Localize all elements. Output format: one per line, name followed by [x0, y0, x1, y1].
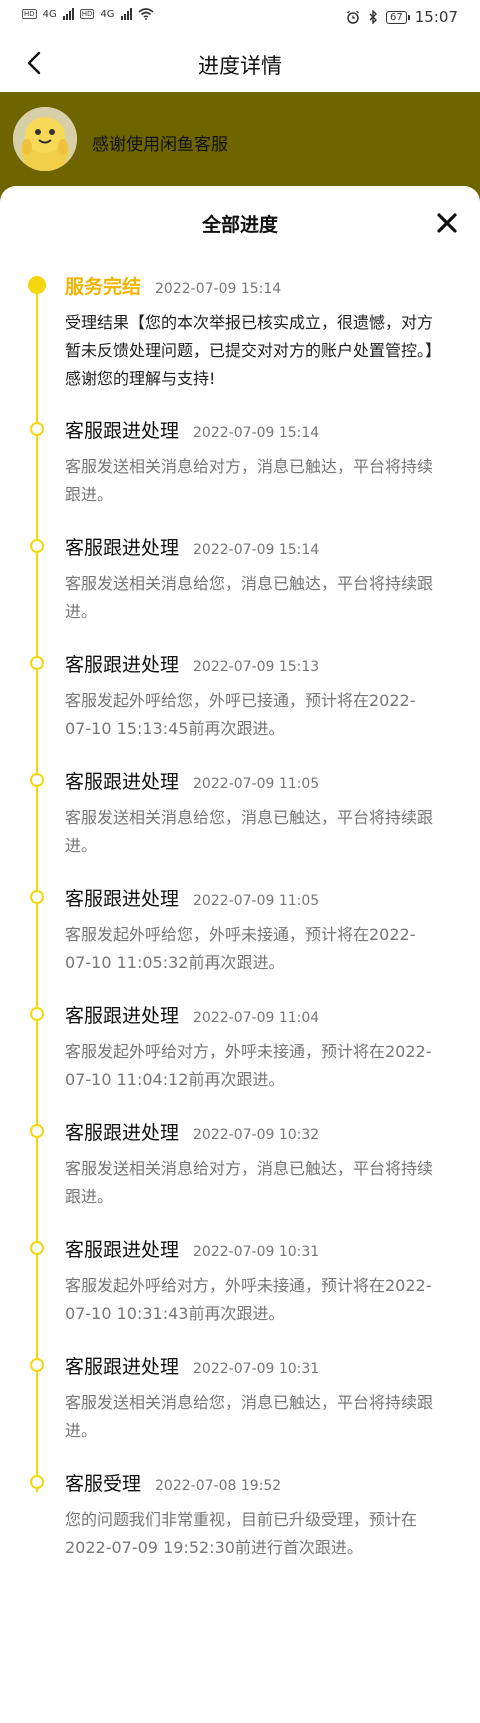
timeline-line: [36, 282, 38, 1492]
entry-time: 2022-07-09 11:04: [193, 1010, 320, 1026]
entry-body: 受理结果【您的本次举报已核实成立，很遗憾，对方暂未反馈处理问题，已提交对对方的账…: [65, 313, 434, 388]
entry-time: 2022-07-09 10:31: [193, 1361, 320, 1377]
entry-header: 客服跟进处理 2022-07-09 10:31: [65, 1352, 319, 1379]
timeline-dot: [30, 1358, 44, 1372]
mascot-icon: [13, 107, 77, 171]
alarm-icon: [347, 10, 359, 24]
entry-header: 客服跟进处理 2022-07-09 11:04: [65, 1001, 319, 1028]
entry-title: 客服跟进处理: [65, 888, 180, 910]
entry-title: 客服跟进处理: [65, 1239, 180, 1261]
page-title: 进度详情: [198, 54, 282, 78]
progress-sheet: 全部进度 服务完结 2022-07-09 15:14 受理结果【您的本次举报已核…: [0, 186, 480, 1723]
entry-time: 2022-07-09 15:14: [193, 542, 320, 558]
entry-time: 2022-07-09 10:32: [193, 1127, 320, 1143]
entry-title: 客服跟进处理: [65, 420, 180, 442]
entry-time: 2022-07-09 11:05: [193, 893, 320, 909]
entry-time: 2022-07-09 11:05: [193, 776, 320, 792]
timeline-dot: [30, 539, 44, 553]
entry-title: 客服跟进处理: [65, 1356, 180, 1378]
entry-body: 您的问题我们非常重视，目前已升级受理，预计在2022-07-09 19:52:3…: [65, 1510, 418, 1557]
avatar: [13, 107, 77, 171]
entry-title: 服务完结: [65, 276, 142, 298]
timeline-dot: [30, 890, 44, 904]
timeline-dot: [30, 1475, 44, 1489]
timeline-dot: [28, 276, 46, 294]
entry-title: 客服跟进处理: [65, 1122, 180, 1144]
entry-body: 客服发起外呼给您，外呼未接通，预计将在2022-07-10 11:05:32前再…: [65, 925, 416, 972]
bluetooth-icon: [369, 10, 378, 24]
timeline-dot: [30, 1007, 44, 1021]
entry-header: 客服跟进处理 2022-07-09 15:14: [65, 533, 319, 560]
entry-header: 客服跟进处理 2022-07-09 10:31: [65, 1235, 319, 1262]
entry-time: 2022-07-09 15:13: [193, 659, 320, 675]
timeline-dot: [30, 1124, 44, 1138]
entry-time: 2022-07-08 19:52: [155, 1478, 282, 1494]
timeline-dot: [30, 1241, 44, 1255]
entry-body: 客服发送相关消息给您，消息已触达，平台将持续跟进。: [65, 1393, 434, 1440]
entry-title: 客服跟进处理: [65, 537, 180, 559]
entry-header: 服务完结 2022-07-09 15:14: [65, 272, 281, 299]
entry-body: 客服发起外呼给对方，外呼未接通，预计将在2022-07-10 11:04:12前…: [65, 1042, 432, 1089]
entry-header: 客服跟进处理 2022-07-09 11:05: [65, 767, 319, 794]
net1-label: 4G: [42, 8, 57, 20]
entry-time: 2022-07-09 10:31: [193, 1244, 320, 1260]
timeline-dot: [30, 773, 44, 787]
entry-body: 客服发送相关消息给对方，消息已触达，平台将持续跟进。: [65, 1159, 434, 1206]
sheet-title: 全部进度: [201, 214, 278, 236]
entry-time: 2022-07-09 15:14: [193, 425, 320, 441]
net2-label: 4G: [100, 8, 115, 20]
status-left: HD 4G HD 4G: [22, 8, 154, 20]
timeline-dot: [30, 656, 44, 670]
entry-body: 客服发送相关消息给对方，消息已触达，平台将持续跟进。: [65, 457, 434, 504]
entry-body: 客服发起外呼给您，外呼已接通，预计将在2022-07-10 15:13:45前再…: [65, 691, 416, 738]
status-right: 67 15:07: [346, 8, 458, 26]
entry-title: 客服受理: [65, 1473, 142, 1495]
entry-header: 客服受理 2022-07-08 19:52: [65, 1469, 281, 1496]
entry-title: 客服跟进处理: [65, 771, 180, 793]
sim2-label: HD: [79, 9, 95, 19]
entry-body: 客服发送相关消息给您，消息已触达，平台将持续跟进。: [65, 808, 434, 855]
signal-icon: [62, 8, 74, 20]
sim1-label: HD: [22, 9, 37, 19]
banner-text: 感谢使用闲鱼客服: [92, 135, 228, 155]
entry-title: 客服跟进处理: [65, 654, 180, 676]
entry-title: 客服跟进处理: [65, 1005, 180, 1027]
timeline-dot: [30, 422, 44, 436]
status-bar: HD 4G HD 4G 67 15:07: [0, 0, 480, 36]
entry-header: 客服跟进处理 2022-07-09 15:13: [65, 650, 319, 677]
entry-body: 客服发送相关消息给您，消息已触达，平台将持续跟进。: [65, 574, 434, 621]
battery-icon: 67: [386, 10, 410, 24]
entry-body: 客服发起外呼给对方，外呼未接通，预计将在2022-07-10 10:31:43前…: [65, 1276, 432, 1323]
entry-header: 客服跟进处理 2022-07-09 10:32: [65, 1118, 319, 1145]
wifi-icon: [138, 8, 154, 20]
clock-label: 15:07: [414, 8, 458, 26]
entry-time: 2022-07-09 15:14: [155, 281, 282, 297]
nav-bar: 进度详情: [0, 36, 480, 92]
entry-header: 客服跟进处理 2022-07-09 11:05: [65, 884, 319, 911]
entry-header: 客服跟进处理 2022-07-09 15:14: [65, 416, 319, 443]
close-icon[interactable]: [436, 212, 458, 234]
signal-icon: [120, 8, 132, 20]
